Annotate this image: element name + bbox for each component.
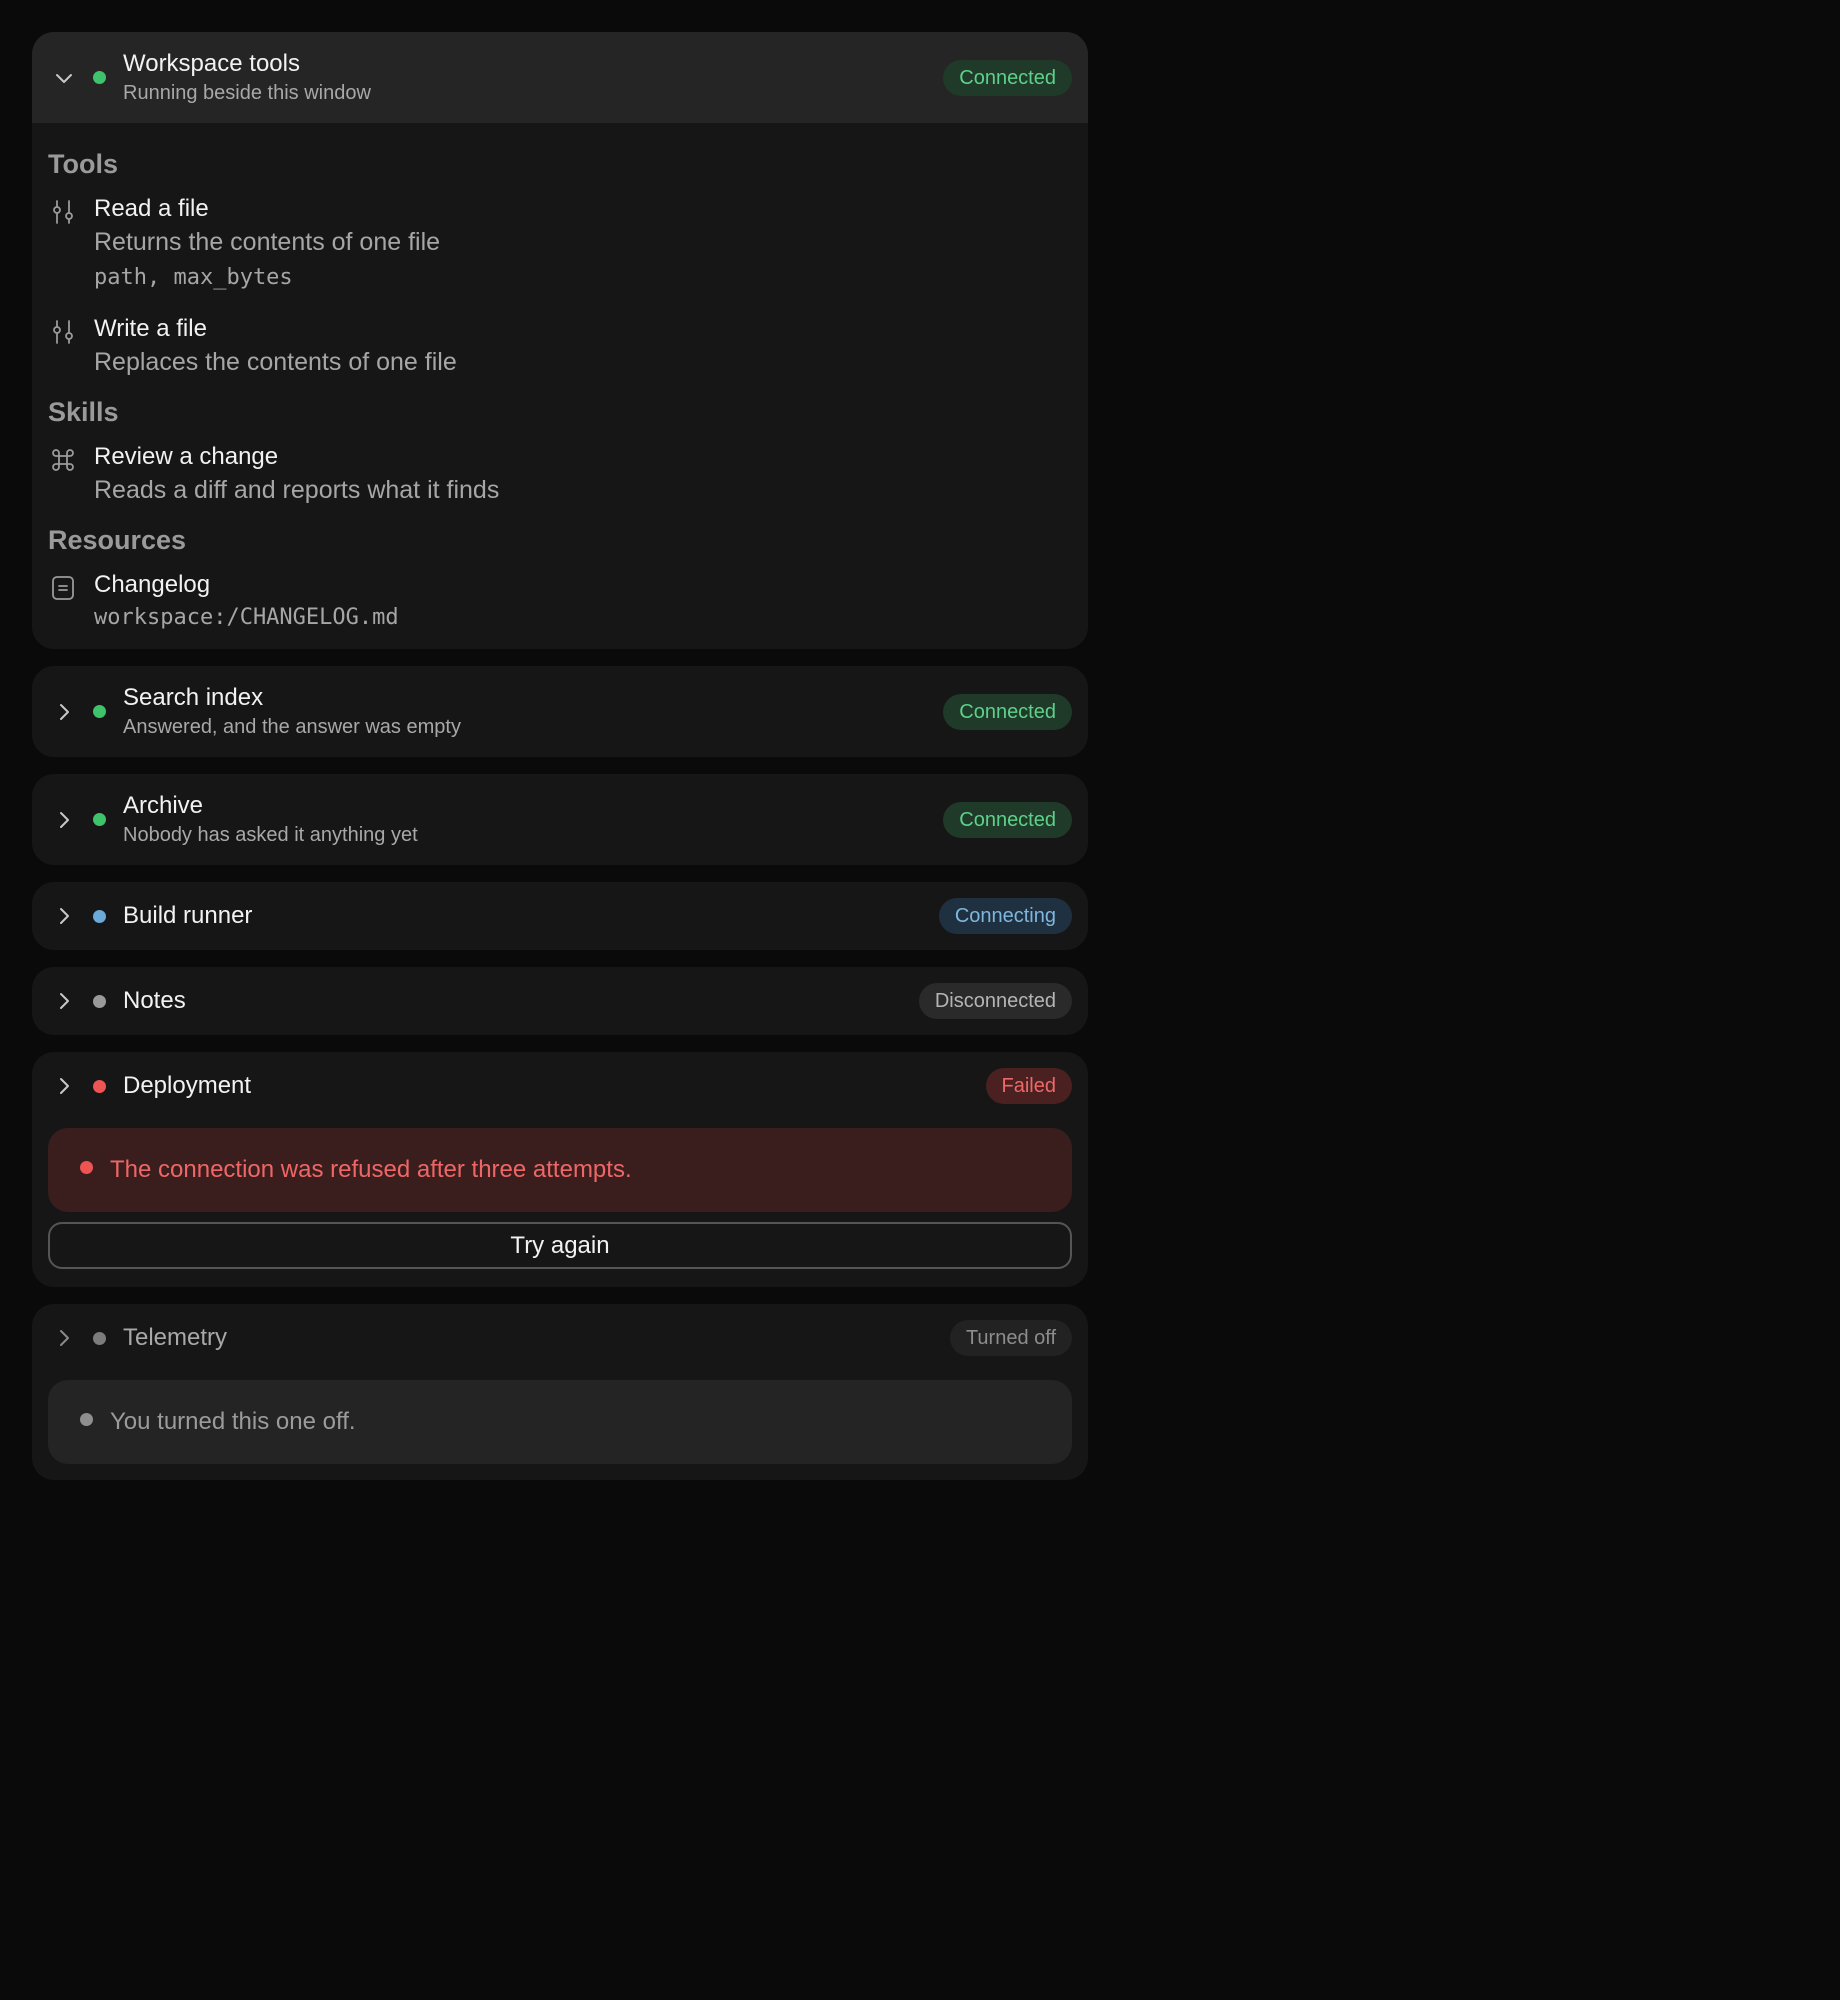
section-title-tools: Tools bbox=[48, 149, 118, 179]
resource-item[interactable]: Changelog workspace:/CHANGELOG.md bbox=[48, 569, 1072, 635]
error-text: The connection was refused after three a… bbox=[110, 1156, 632, 1183]
document-icon bbox=[48, 573, 78, 603]
status-badge: Connected bbox=[943, 59, 1072, 96]
server-title: Workspace tools bbox=[123, 50, 300, 77]
server-details: Tools Read a file Returns the contents o… bbox=[32, 123, 1088, 649]
sliders-icon bbox=[48, 317, 78, 347]
status-badge: Disconnected bbox=[918, 983, 1072, 1019]
server-card-search-index: Search index Answered, and the answer wa… bbox=[32, 666, 1088, 757]
status-badge: Connecting bbox=[938, 898, 1072, 934]
server-title: Search index bbox=[123, 684, 264, 711]
tool-name: Write a file bbox=[94, 315, 207, 342]
server-card-build-runner: Build runner Connecting bbox=[32, 882, 1088, 950]
server-card-notes: Notes Disconnected bbox=[32, 967, 1088, 1035]
server-title: Telemetry bbox=[123, 1324, 228, 1351]
server-title: Notes bbox=[123, 987, 186, 1014]
server-header-archive[interactable]: Archive Nobody has asked it anything yet… bbox=[32, 774, 1088, 865]
status-dot bbox=[93, 705, 106, 718]
chevron-right-icon[interactable] bbox=[49, 697, 79, 727]
chevron-right-icon[interactable] bbox=[49, 986, 79, 1016]
status-badge: Turned off bbox=[949, 1320, 1072, 1356]
server-header-deployment[interactable]: Deployment Failed bbox=[32, 1052, 1088, 1120]
chevron-right-icon[interactable] bbox=[49, 1323, 79, 1353]
skill-item[interactable]: Review a change Reads a diff and reports… bbox=[48, 441, 1072, 507]
tool-description: Returns the contents of one file bbox=[94, 228, 441, 256]
resource-name: Changelog bbox=[94, 571, 211, 598]
server-list: Workspace tools Running beside this wind… bbox=[32, 32, 1088, 1497]
server-title: Build runner bbox=[123, 902, 253, 929]
status-dot bbox=[93, 994, 106, 1008]
status-badge: Connected bbox=[943, 801, 1072, 838]
status-dot bbox=[93, 1331, 106, 1345]
status-badge: Connected bbox=[943, 693, 1072, 730]
error-dot bbox=[80, 1160, 93, 1174]
tool-arguments: path, max_bytes bbox=[94, 265, 293, 290]
server-card-workspace-tools: Workspace tools Running beside this wind… bbox=[32, 32, 1088, 649]
skill-name: Review a change bbox=[94, 443, 279, 470]
server-card-deployment: Deployment Failed The connection was ref… bbox=[32, 1052, 1088, 1287]
server-subtitle: Answered, and the answer was empty bbox=[123, 716, 461, 738]
server-subtitle: Running beside this window bbox=[123, 82, 371, 104]
tool-item[interactable]: Read a file Returns the contents of one … bbox=[48, 193, 1072, 297]
chevron-right-icon[interactable] bbox=[49, 1071, 79, 1101]
section-title-resources: Resources bbox=[48, 525, 187, 555]
server-header-workspace-tools[interactable]: Workspace tools Running beside this wind… bbox=[32, 32, 1088, 123]
status-dot bbox=[93, 909, 106, 923]
status-dot bbox=[93, 71, 106, 84]
server-header-search-index[interactable]: Search index Answered, and the answer wa… bbox=[32, 666, 1088, 757]
server-title: Archive bbox=[123, 792, 204, 819]
chevron-down-icon[interactable] bbox=[49, 63, 79, 93]
server-header-telemetry[interactable]: Telemetry Turned off bbox=[32, 1304, 1088, 1372]
server-subtitle: Nobody has asked it anything yet bbox=[123, 824, 418, 846]
status-dot bbox=[93, 813, 106, 826]
off-dot bbox=[80, 1412, 93, 1426]
turned-off-message: You turned this one off. bbox=[48, 1380, 1072, 1464]
server-card-archive: Archive Nobody has asked it anything yet… bbox=[32, 774, 1088, 865]
server-header-build-runner[interactable]: Build runner Connecting bbox=[32, 882, 1088, 950]
tool-description: Replaces the contents of one file bbox=[94, 348, 457, 376]
error-message: The connection was refused after three a… bbox=[48, 1128, 1072, 1212]
skill-description: Reads a diff and reports what it finds bbox=[94, 476, 500, 504]
status-badge: Failed bbox=[985, 1068, 1072, 1104]
server-title: Deployment bbox=[123, 1072, 252, 1099]
section-title-skills: Skills bbox=[48, 397, 119, 427]
try-again-button[interactable]: Try again bbox=[48, 1222, 1072, 1269]
chevron-right-icon[interactable] bbox=[49, 901, 79, 931]
tool-name: Read a file bbox=[94, 195, 209, 222]
off-text: You turned this one off. bbox=[110, 1408, 356, 1435]
resource-uri: workspace:/CHANGELOG.md bbox=[94, 605, 399, 630]
server-card-telemetry: Telemetry Turned off You turned this one… bbox=[32, 1304, 1088, 1480]
server-header-notes[interactable]: Notes Disconnected bbox=[32, 967, 1088, 1035]
tool-item[interactable]: Write a file Replaces the contents of on… bbox=[48, 313, 1072, 379]
sliders-icon bbox=[48, 197, 78, 227]
chevron-right-icon[interactable] bbox=[49, 805, 79, 835]
status-dot bbox=[93, 1079, 106, 1093]
command-icon bbox=[48, 445, 78, 475]
